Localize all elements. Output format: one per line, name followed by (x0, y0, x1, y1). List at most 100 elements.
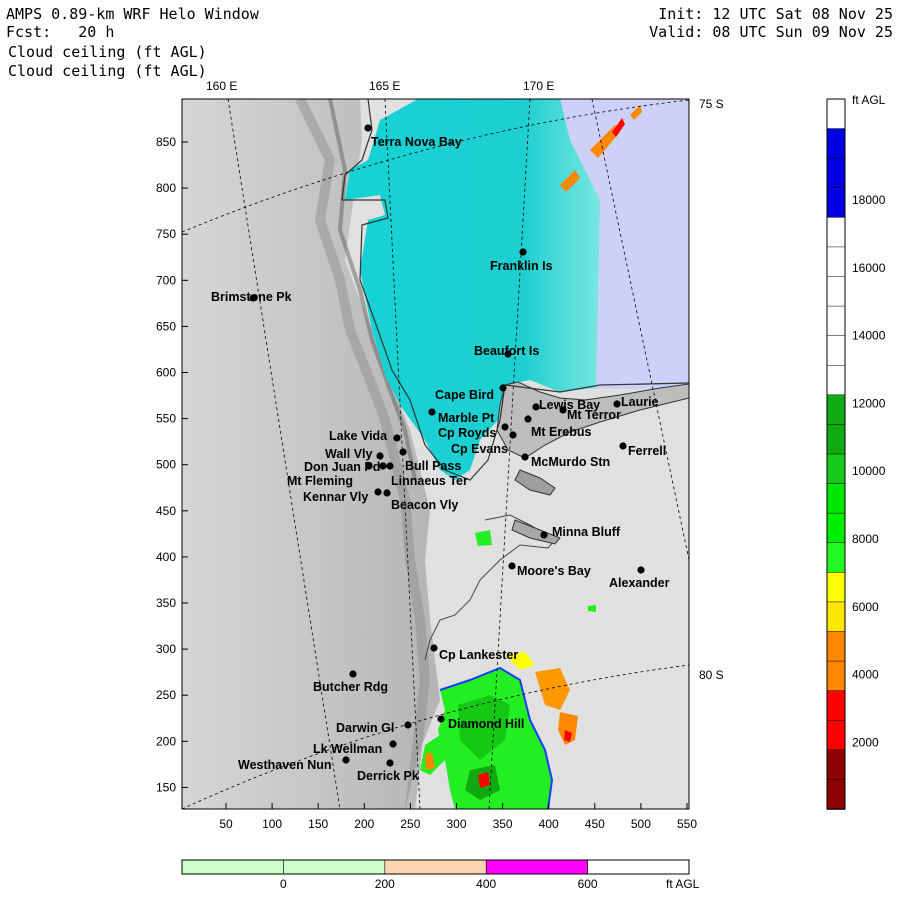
y-tick-label: 650 (156, 319, 176, 333)
x-tick-label: 50 (219, 817, 233, 831)
bottom-colorbar-unit: ft AGL (666, 877, 700, 891)
x-tick-label: 200 (354, 817, 374, 831)
place-label: Franklin Is (490, 259, 553, 273)
place-label: Mt Terror (567, 408, 621, 422)
bottom-colorbar-label: 400 (476, 877, 496, 891)
place-marker (389, 740, 397, 748)
lon-label-165: 165 E (369, 79, 400, 93)
colorbar-segment (826, 128, 846, 159)
place-label: Darwin Gl (336, 721, 394, 735)
bottom-colorbar-segment (181, 859, 284, 875)
colorbar-label: 6000 (852, 600, 879, 614)
place-label: Westhaven Nun (238, 758, 332, 772)
colorbar-segment (826, 217, 846, 248)
y-tick-label: 450 (156, 504, 176, 518)
colorbar-labels: 18000 16000 14000 12000 10000 8000 6000 4000 200… (852, 193, 886, 749)
colorbar-segment (826, 157, 846, 189)
place-label: Mt Erebus (531, 425, 591, 439)
place-label: Brimstone Pk (211, 290, 292, 304)
place-label: Alexander (609, 576, 670, 590)
place-label: Mt Fleming (287, 474, 353, 488)
colorbar-segment (826, 542, 846, 574)
colorbar-segment (826, 424, 846, 455)
x-tick-label: 250 (400, 817, 420, 831)
place-marker (559, 406, 567, 414)
colorbar-segment (826, 572, 846, 603)
place-marker (386, 759, 394, 767)
place-marker (524, 415, 532, 423)
place-label: Wall Vly (325, 447, 373, 461)
place-marker (540, 531, 548, 539)
y-tick-label: 250 (156, 688, 176, 702)
colorbar-segment (826, 720, 846, 751)
place-label: Kennar Vly (303, 490, 368, 504)
colorbar-label: 2000 (852, 735, 879, 749)
y-axis-ticks: 850 800 750 700 650 600 550 500 450 400 350 300 250 2… (156, 135, 188, 794)
place-label: Laurie (621, 395, 659, 409)
place-marker (519, 248, 527, 256)
colorbar-segment (826, 394, 846, 426)
place-marker (379, 462, 387, 470)
lon-label-160: 160 E (206, 79, 237, 93)
x-tick-label: 550 (677, 817, 697, 831)
bottom-colorbar-segment (283, 859, 386, 875)
place-label: Diamond Hill (448, 717, 524, 731)
bottom-colorbar-labels: 0 200 400 600 (280, 877, 598, 891)
y-tick-label: 300 (156, 642, 176, 656)
colorbar-segment (826, 246, 846, 278)
place-label: Marble Pt (438, 411, 495, 425)
colorbar-segment (826, 601, 846, 633)
x-tick-label: 350 (493, 817, 513, 831)
bottom-colorbar (181, 859, 690, 875)
colorbar-label: 14000 (852, 329, 886, 343)
x-tick-label: 400 (539, 817, 559, 831)
x-tick-label: 100 (262, 817, 282, 831)
bottom-colorbar-segment (485, 859, 588, 875)
place-label: Cp Royds (438, 426, 496, 440)
colorbar-label: 18000 (852, 193, 886, 207)
x-tick-label: 150 (308, 817, 328, 831)
place-marker (404, 721, 412, 729)
y-tick-label: 600 (156, 366, 176, 380)
place-label: Beaufort Is (474, 344, 539, 358)
colorbar-segment (826, 305, 846, 337)
place-label: Cp Lankester (439, 648, 518, 662)
place-marker (437, 715, 445, 723)
place-marker (393, 434, 401, 442)
y-tick-label: 550 (156, 412, 176, 426)
lon-label-170: 170 E (523, 79, 554, 93)
colorbar-segment (826, 512, 846, 544)
place-marker (501, 423, 509, 431)
colorbar-segment (826, 335, 846, 366)
place-label: Cp Evans (451, 442, 508, 456)
place-marker (508, 562, 516, 570)
place-label: Cape Bird (435, 388, 494, 402)
colorbar-segment (826, 660, 846, 692)
colorbar-segment (826, 365, 846, 396)
place-label: Ferrell (628, 444, 666, 458)
place-label: Terra Nova Bay (371, 135, 462, 149)
place-marker (430, 644, 438, 652)
place-label: Minna Bluff (552, 525, 621, 539)
colorbar-label: 10000 (852, 464, 886, 478)
colorbar-segment (826, 779, 846, 810)
place-label: McMurdo Stn (531, 455, 610, 469)
y-tick-label: 400 (156, 550, 176, 564)
lat-label-80: 80 S (699, 668, 724, 682)
place-marker (349, 670, 357, 678)
place-label: Bull Pass (405, 459, 461, 473)
colorbar-unit: ft AGL (852, 93, 886, 107)
y-tick-label: 800 (156, 181, 176, 195)
place-marker (386, 462, 394, 470)
colorbar-segment (826, 453, 846, 485)
y-tick-label: 350 (156, 596, 176, 610)
place-marker (399, 448, 407, 456)
colorbar-segment (826, 690, 846, 722)
place-marker (499, 384, 507, 392)
place-label: Lake Vida (329, 429, 388, 443)
place-label: Butcher Rdg (313, 680, 388, 694)
place-marker (619, 442, 627, 450)
y-tick-label: 700 (156, 273, 176, 287)
cloud-tiny-green (588, 605, 596, 612)
colorbar-segment (826, 98, 846, 130)
